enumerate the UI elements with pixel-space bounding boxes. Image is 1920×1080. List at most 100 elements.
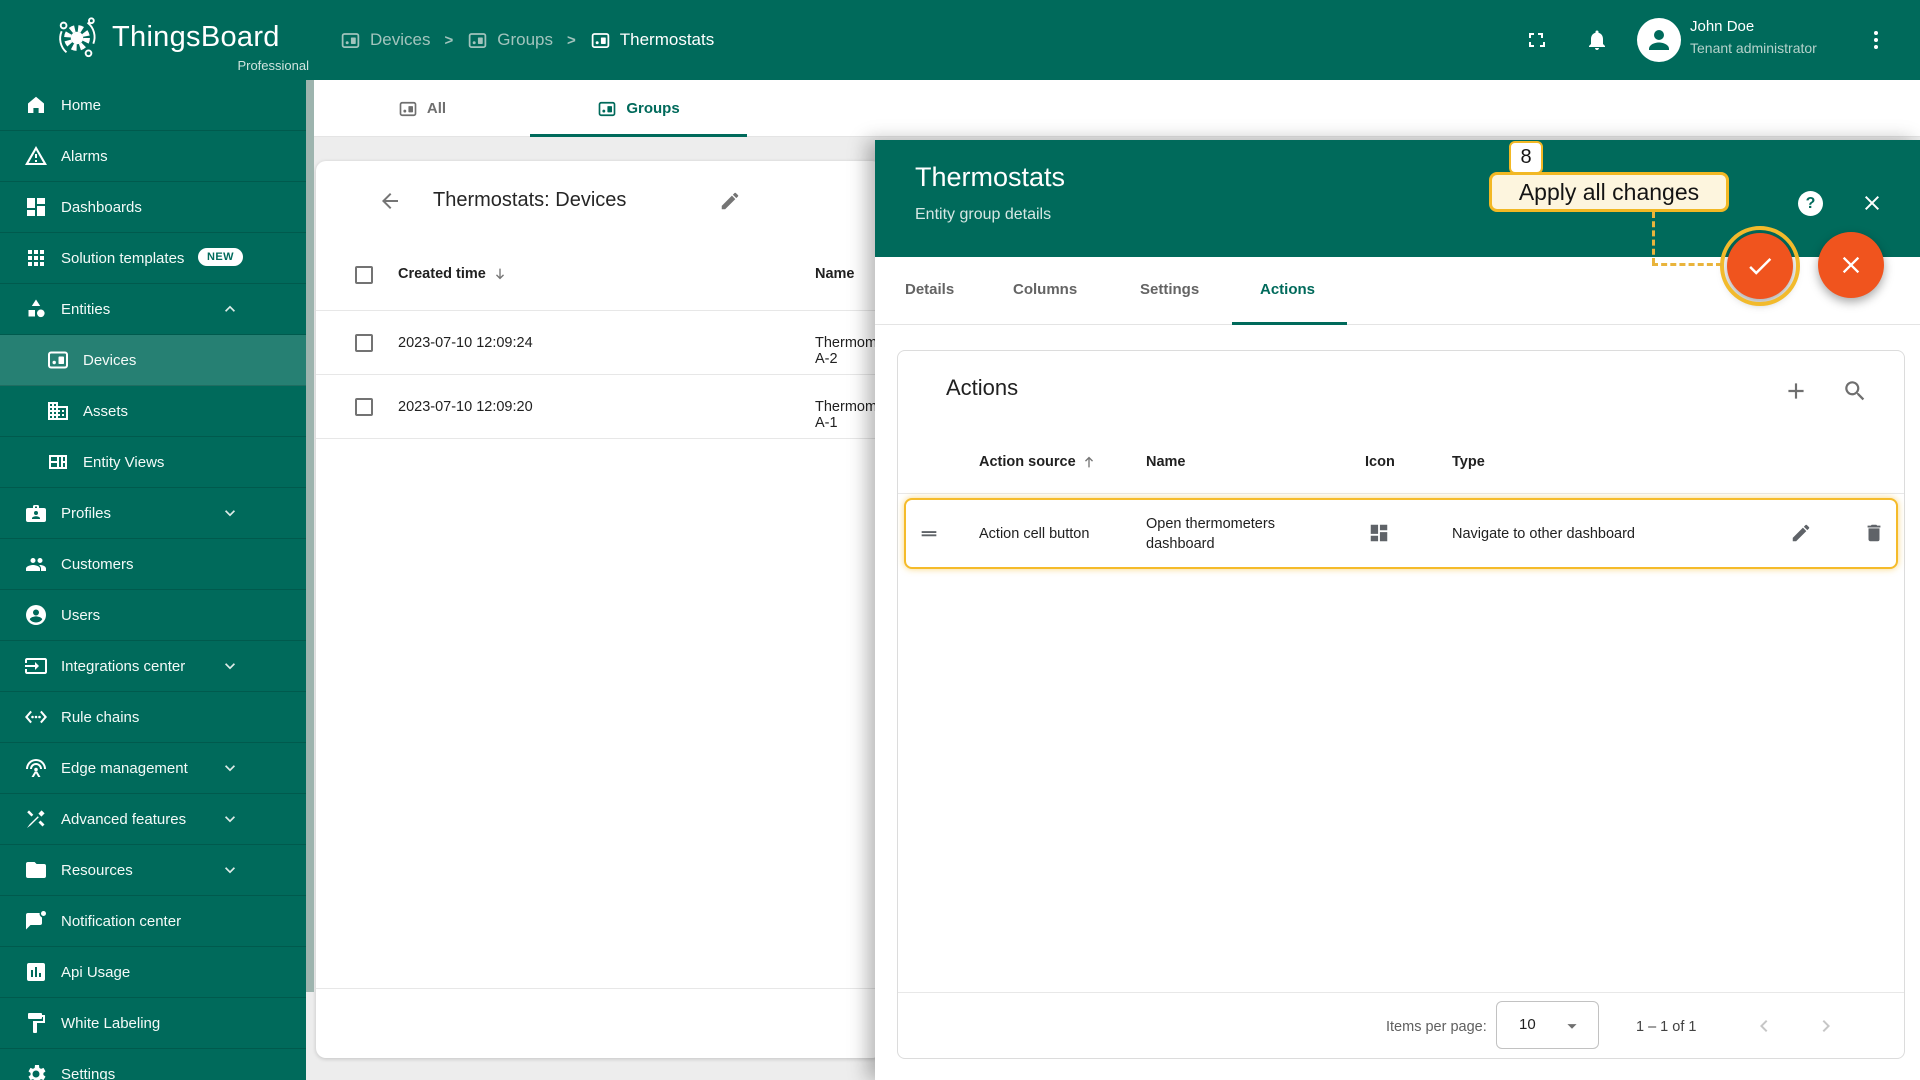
column-header-type[interactable]: Type (1452, 454, 1485, 470)
sidebar-item-advanced-features[interactable]: Advanced features (0, 794, 306, 845)
drawer-title: Thermostats (915, 162, 1066, 192)
divider (316, 988, 882, 989)
sidebar-item-alarms[interactable]: Alarms (0, 131, 306, 182)
chart-icon (27, 963, 45, 981)
tools-icon (27, 810, 45, 828)
group-devices-card: Thermostats: Devices Created time Name 2… (316, 161, 902, 1058)
edit-pencil-icon[interactable] (1790, 522, 1812, 544)
user-name: John Doe (1690, 18, 1755, 35)
thingsboard-logo-icon (59, 17, 96, 58)
search-icon[interactable] (1842, 378, 1868, 404)
prev-page-icon[interactable] (1752, 1014, 1776, 1038)
sidebar-item-edge-management[interactable]: Edge management (0, 743, 306, 794)
action-row-highlighted[interactable]: Action cell button Open thermometers das… (904, 498, 1898, 569)
active-tab-underline (530, 134, 747, 137)
select-all-checkbox[interactable] (355, 266, 373, 284)
logo[interactable]: ThingsBoard Professional (54, 14, 309, 73)
close-icon[interactable] (1860, 191, 1884, 215)
sidebar-item-api-usage[interactable]: Api Usage (0, 947, 306, 998)
sidebar-item-devices[interactable]: Devices (0, 335, 306, 386)
annotation-connector-vertical (1652, 212, 1655, 264)
tab-all[interactable]: All (314, 80, 530, 137)
row-checkbox[interactable] (355, 334, 373, 352)
tab-groups[interactable]: Groups (530, 80, 747, 137)
column-header-created-time[interactable]: Created time (398, 266, 508, 282)
tab-columns[interactable]: Columns (1013, 281, 1077, 298)
dashboard-icon (1368, 522, 1390, 544)
breadcrumb: Devices > Groups > Thermostats (340, 0, 714, 80)
sidebar-item-label: Api Usage (61, 963, 131, 981)
drawer-subtitle: Entity group details (915, 206, 1052, 223)
discard-changes-fab[interactable] (1818, 232, 1884, 298)
column-header-name[interactable]: Name (1146, 454, 1186, 470)
device-group-icon (591, 32, 609, 48)
breadcrumb-label: Devices (370, 30, 431, 49)
sidebar-item-settings[interactable]: Settings (0, 1049, 306, 1080)
column-label: Type (1452, 454, 1485, 470)
page-size-select[interactable]: 10 (1496, 1001, 1599, 1049)
cell-action-source: Action cell button (979, 526, 1090, 542)
divider (316, 310, 882, 311)
sidebar-item-notification-center[interactable]: Notification center (0, 896, 306, 947)
sidebar-scrollbar[interactable] (306, 80, 314, 992)
chevron-down-icon (225, 765, 235, 772)
tab-settings[interactable]: Settings (1140, 281, 1199, 298)
help-glyph: ? (1805, 194, 1816, 212)
sidebar-item-label: Notification center (61, 912, 182, 930)
next-page-icon[interactable] (1814, 1014, 1838, 1038)
sidebar-item-home[interactable]: Home (0, 80, 306, 131)
breadcrumb-thermostats[interactable]: Thermostats (590, 30, 714, 51)
device-group-icon (399, 101, 417, 116)
breadcrumb-groups[interactable]: Groups (467, 30, 553, 51)
cell-created-time: 2023-07-10 12:09:24 (398, 335, 533, 351)
sidebar-item-profiles[interactable]: Profiles (0, 488, 306, 539)
back-arrow-icon[interactable] (378, 189, 402, 213)
warning-icon (25, 146, 47, 165)
sidebar-item-rule-chains[interactable]: Rule chains (0, 692, 306, 743)
app-edition: Professional (237, 58, 309, 73)
column-header-action-source[interactable]: Action source (979, 454, 1097, 470)
sidebar-item-white-labeling[interactable]: White Labeling (0, 998, 306, 1049)
entity-tabbar: All Groups (314, 80, 1920, 137)
more-vert-icon[interactable] (1864, 28, 1888, 52)
user-avatar[interactable] (1637, 18, 1681, 62)
column-header-name[interactable]: Name (815, 266, 855, 282)
sidebar-item-label: Home (61, 96, 102, 114)
badge-icon (26, 505, 46, 522)
delete-trash-icon[interactable] (1863, 522, 1885, 544)
fullscreen-icon[interactable] (1524, 28, 1548, 52)
user-role: Tenant administrator (1690, 40, 1817, 56)
close-icon (1842, 256, 1860, 274)
tab-details[interactable]: Details (905, 281, 954, 298)
sidebar-item-customers[interactable]: Customers (0, 539, 306, 590)
apply-changes-fab[interactable] (1720, 226, 1800, 306)
sidebar-item-entity-views[interactable]: Entity Views (0, 437, 306, 488)
row-checkbox[interactable] (355, 398, 373, 416)
sidebar-item-label: Devices (83, 351, 137, 369)
sidebar-item-solution-templates[interactable]: Solution templates NEW (0, 233, 306, 284)
sidebar-item-integrations-center[interactable]: Integrations center (0, 641, 306, 692)
breadcrumb-devices[interactable]: Devices (340, 30, 430, 51)
sidebar-item-resources[interactable]: Resources (0, 845, 306, 896)
sidebar-item-entities[interactable]: Entities (0, 284, 306, 335)
thingsboard-app: ThingsBoard Professional Devices > Group… (0, 0, 1920, 1080)
column-label: Name (1146, 454, 1186, 470)
sort-asc-icon (1084, 456, 1093, 468)
help-icon[interactable]: ? (1798, 191, 1823, 216)
column-header-icon[interactable]: Icon (1365, 454, 1395, 470)
sidebar-item-dashboards[interactable]: Dashboards (0, 182, 306, 233)
add-action-button[interactable] (1783, 378, 1809, 404)
sidebar-item-users[interactable]: Users (0, 590, 306, 641)
sidebar-item-assets[interactable]: Assets (0, 386, 306, 437)
people-icon (26, 558, 46, 571)
column-label: Action source (979, 454, 1076, 470)
sidebar-item-label: Alarms (61, 147, 108, 165)
edit-pencil-icon[interactable] (719, 190, 741, 212)
tab-actions[interactable]: Actions (1260, 281, 1315, 298)
app-header: ThingsBoard Professional Devices > Group… (0, 0, 1920, 80)
notifications-bell-icon[interactable] (1585, 28, 1609, 52)
sidebar-item-label: Customers (61, 555, 134, 573)
dropdown-arrow-icon (1561, 1015, 1583, 1037)
drag-handle-icon[interactable] (918, 522, 940, 544)
column-label: Created time (398, 266, 486, 282)
